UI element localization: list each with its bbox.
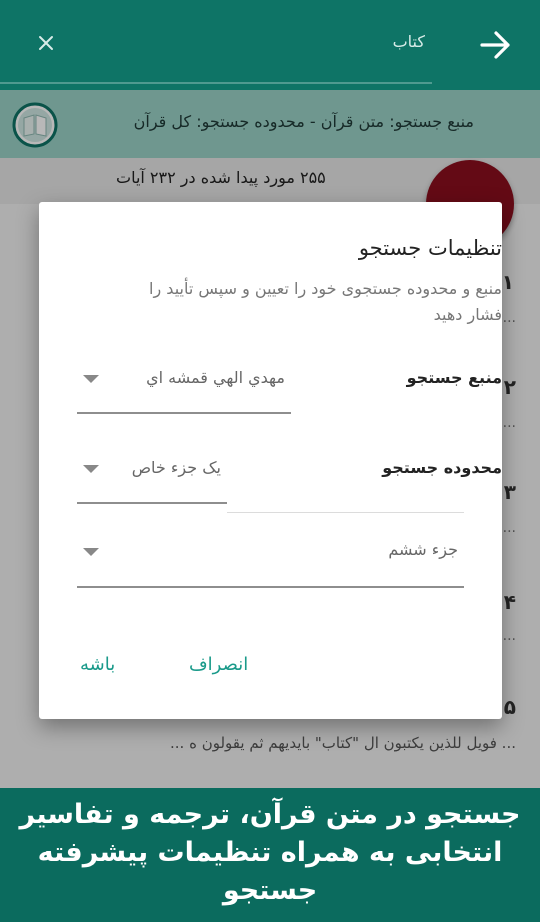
range-select-underline bbox=[77, 502, 227, 504]
app-bar bbox=[0, 0, 540, 90]
range-row-divider bbox=[227, 512, 464, 513]
chevron-down-icon bbox=[83, 548, 99, 556]
close-icon[interactable] bbox=[34, 31, 58, 55]
search-input-underline bbox=[0, 82, 432, 84]
promo-banner-text: جستجو در متن قرآن، ترجمه و تفاسیر انتخاب… bbox=[19, 799, 521, 906]
chevron-down-icon bbox=[83, 465, 99, 473]
source-select[interactable]: مهدي الهي قمشه اي bbox=[77, 362, 291, 416]
juz-select-value: جزء ششم bbox=[388, 540, 458, 559]
back-arrow-icon[interactable] bbox=[478, 28, 512, 62]
ok-button[interactable]: باشه bbox=[80, 654, 115, 675]
range-select-value: یک جزء خاص bbox=[131, 458, 221, 477]
source-label: منبع جستجو bbox=[406, 368, 502, 387]
juz-select[interactable]: جزء ششم bbox=[77, 534, 464, 590]
range-label: محدوده جستجو bbox=[382, 458, 502, 477]
cancel-button[interactable]: انصراف bbox=[189, 654, 248, 675]
dialog-message: منبع و محدوده جستجوی خود را تعیین و سپس … bbox=[149, 279, 502, 324]
chevron-down-icon bbox=[83, 375, 99, 383]
source-select-value: مهدي الهي قمشه اي bbox=[146, 368, 285, 387]
source-select-underline bbox=[77, 412, 291, 414]
juz-select-underline bbox=[77, 586, 464, 588]
search-input[interactable]: کتاب bbox=[393, 32, 425, 51]
dialog-title: تنظیمات جستجو bbox=[358, 236, 502, 260]
range-select[interactable]: یک جزء خاص bbox=[77, 452, 227, 506]
